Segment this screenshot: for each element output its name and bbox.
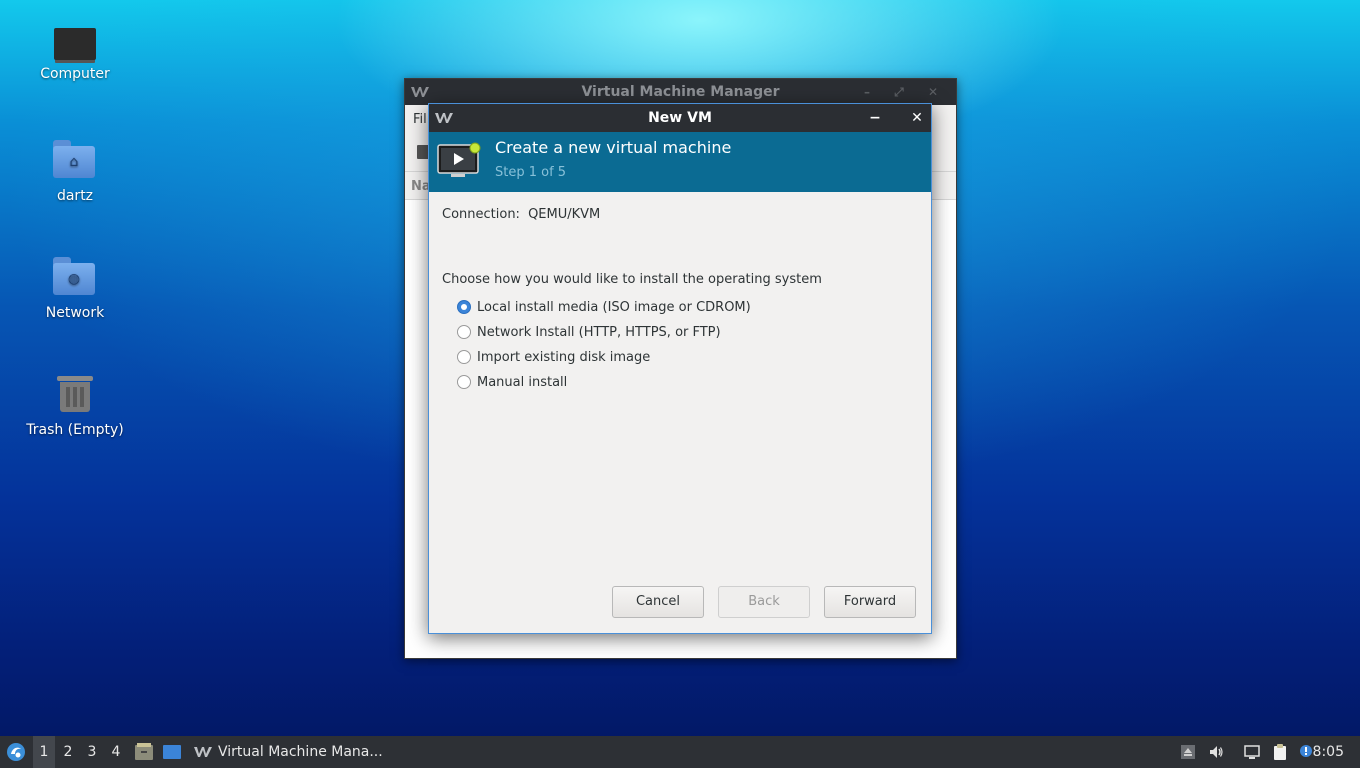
- clipboard-icon[interactable]: [1272, 744, 1288, 760]
- back-button[interactable]: Back: [718, 586, 810, 618]
- wizard-step: Step 1 of 5: [495, 165, 567, 180]
- vm-logo-icon: [194, 747, 212, 757]
- radio-network-install[interactable]: Network Install (HTTP, HTTPS, or FTP): [457, 322, 721, 342]
- radio-button-checked[interactable]: [457, 300, 471, 314]
- radio-label[interactable]: Local install media (ISO image or CDROM): [477, 300, 751, 315]
- file-manager-launcher-icon[interactable]: [134, 742, 154, 762]
- radio-label[interactable]: Network Install (HTTP, HTTPS, or FTP): [477, 325, 721, 340]
- menu-file[interactable]: Fil: [413, 112, 427, 127]
- cancel-button[interactable]: Cancel: [612, 586, 704, 618]
- dialog-title: New VM: [648, 110, 712, 126]
- desktop-icon-trash[interactable]: Trash (Empty): [15, 372, 135, 438]
- vm-logo-icon: [411, 87, 429, 97]
- radio-import-disk-image[interactable]: Import existing disk image: [457, 347, 650, 367]
- forward-button[interactable]: Forward: [824, 586, 916, 618]
- desktop-icon-label: Computer: [40, 66, 110, 82]
- workspace-2[interactable]: 2: [57, 736, 79, 768]
- taskbar-task-virt-manager[interactable]: Virtual Machine Mana...: [192, 736, 418, 768]
- dialog-titlebar[interactable]: New VM − ✕: [429, 104, 931, 132]
- radio-button[interactable]: [457, 375, 471, 389]
- window-controls[interactable]: – ⤢ ✕: [864, 79, 948, 105]
- close-icon[interactable]: ✕: [903, 104, 931, 132]
- radio-button[interactable]: [457, 350, 471, 364]
- desktop-icon-label: dartz: [56, 188, 94, 204]
- connection-row: Connection: QEMU/KVM: [442, 207, 600, 222]
- computer-icon: [54, 28, 96, 60]
- network-folder-icon: ◍: [53, 255, 97, 299]
- workspace-1[interactable]: 1: [33, 736, 55, 768]
- radio-label[interactable]: Manual install: [477, 375, 567, 390]
- new-vm-dialog: New VM − ✕ Create a new virtual machine …: [428, 103, 932, 634]
- radio-button[interactable]: [457, 325, 471, 339]
- desktop-icon-home-folder[interactable]: ⌂ dartz: [15, 138, 135, 204]
- app-menu-icon[interactable]: [6, 742, 26, 762]
- radio-label[interactable]: Import existing disk image: [477, 350, 650, 365]
- desktop-icon-label: Trash (Empty): [26, 422, 124, 438]
- desktop-icon-network[interactable]: ◍ Network: [15, 255, 135, 321]
- wizard-title: Create a new virtual machine: [495, 138, 732, 157]
- main-window-titlebar[interactable]: Virtual Machine Manager – ⤢ ✕: [405, 79, 956, 105]
- connection-label: Connection:: [442, 207, 520, 222]
- connection-value: QEMU/KVM: [528, 207, 601, 222]
- home-icon: ⌂: [69, 154, 79, 170]
- wizard-header-banner: Create a new virtual machine Step 1 of 5: [429, 132, 931, 192]
- desktop-icon-label: Network: [45, 305, 105, 321]
- globe-icon: ◍: [67, 271, 81, 287]
- trash-icon: [53, 372, 97, 416]
- new-vm-monitor-icon: [437, 142, 481, 177]
- network-tray-icon[interactable]: [1244, 744, 1260, 760]
- show-desktop-icon[interactable]: [162, 742, 182, 762]
- clock[interactable]: 8:05: [1313, 736, 1344, 768]
- minimize-icon[interactable]: −: [861, 104, 889, 132]
- install-method-prompt: Choose how you would like to install the…: [442, 272, 822, 287]
- main-window-title: Virtual Machine Manager: [581, 84, 780, 100]
- desktop-icon-computer[interactable]: Computer: [15, 22, 135, 82]
- eject-icon[interactable]: [1180, 744, 1196, 760]
- volume-icon[interactable]: [1208, 744, 1224, 760]
- workspace-4[interactable]: 4: [105, 736, 127, 768]
- home-folder-icon: ⌂: [53, 138, 97, 182]
- workspace-3[interactable]: 3: [81, 736, 103, 768]
- radio-manual-install[interactable]: Manual install: [457, 372, 567, 392]
- taskbar: 1 2 3 4 Virtual Machine Mana... 8:05: [0, 736, 1360, 768]
- task-label: Virtual Machine Mana...: [218, 744, 383, 760]
- vm-logo-icon: [435, 113, 453, 123]
- radio-local-install-media[interactable]: Local install media (ISO image or CDROM): [457, 297, 751, 317]
